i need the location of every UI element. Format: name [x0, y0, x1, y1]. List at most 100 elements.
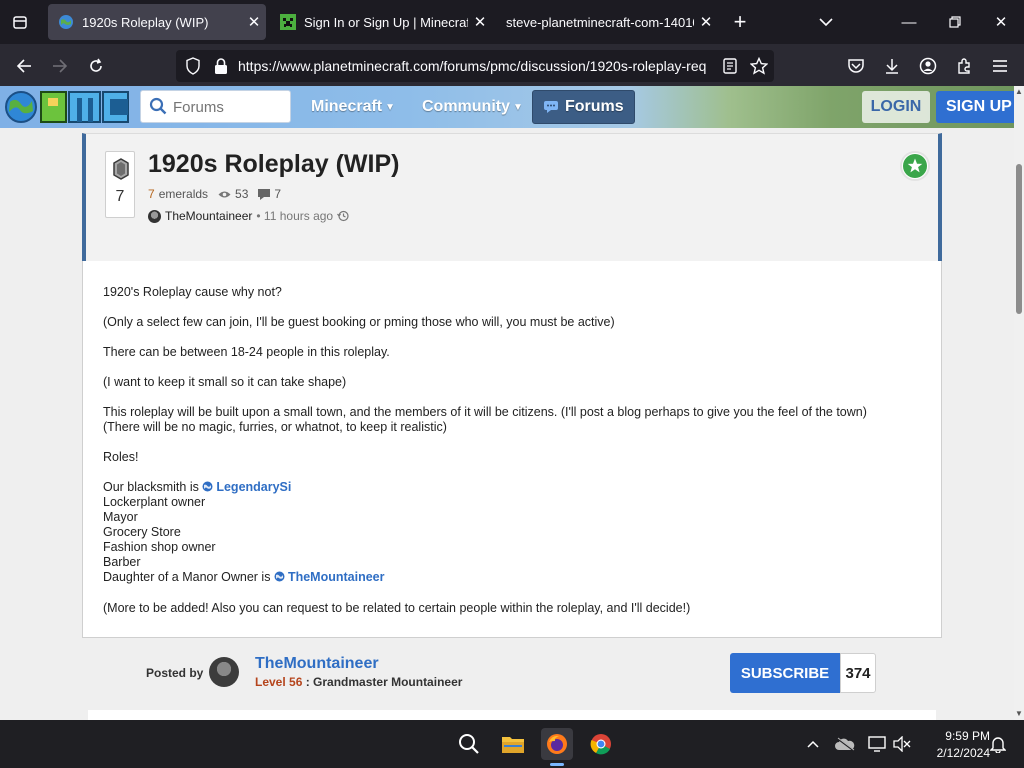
lock-icon[interactable] — [214, 57, 228, 80]
scroll-down-arrow-icon[interactable]: ▼ — [1015, 709, 1023, 718]
minecraft-creeper-icon — [280, 14, 296, 30]
tab-label: Sign In or Sign Up | Minecraft — [304, 14, 468, 30]
chevron-down-icon[interactable] — [814, 10, 838, 34]
role-line: Barber — [103, 555, 141, 569]
search-icon[interactable] — [453, 728, 485, 760]
history-icon — [337, 210, 349, 222]
search-icon[interactable] — [149, 97, 167, 120]
nav-minecraft-label: Minecraft — [311, 98, 383, 115]
account-icon[interactable] — [914, 52, 942, 80]
scroll-up-arrow-icon[interactable]: ▲ — [1015, 87, 1023, 96]
back-arrow-icon[interactable] — [10, 52, 38, 80]
download-icon[interactable] — [878, 52, 906, 80]
subscribe-button[interactable]: SUBSCRIBE — [730, 653, 840, 693]
nav-minecraft[interactable]: Minecraft ▼ — [301, 90, 405, 124]
restore-icon[interactable] — [932, 0, 978, 44]
file-explorer-icon[interactable] — [497, 728, 529, 760]
chevron-up-icon[interactable] — [797, 728, 829, 760]
tab-steve-download[interactable]: steve-planetminecraft-com-140107 ✕ — [496, 4, 718, 40]
site-header: Minecraft ▼ Community ▼ Forums LOGIN SIG… — [0, 86, 1014, 128]
user-mention-name[interactable]: LegendarySi — [216, 480, 291, 494]
close-tab-icon[interactable]: ✕ — [468, 13, 492, 31]
poster-name[interactable]: TheMountaineer — [255, 655, 379, 673]
search-input[interactable] — [173, 97, 283, 117]
reload-icon[interactable] — [82, 52, 110, 80]
browser-tab-strip: 1920s Roleplay (WIP) ✕ Sign In or Sign U… — [0, 0, 1024, 44]
role-line: Grocery Store — [103, 525, 181, 539]
tab-minecraft-signin[interactable]: Sign In or Sign Up | Minecraft ✕ — [270, 4, 492, 40]
role-text: Our blacksmith is — [103, 480, 199, 494]
clock-date[interactable]: 2/12/2024 — [920, 746, 990, 760]
poster-avatar[interactable] — [209, 657, 239, 687]
author-name[interactable]: TheMountaineer — [165, 209, 252, 223]
body-line: This roleplay will be built upon a small… — [103, 405, 867, 419]
caret-down-icon: ▼ — [385, 101, 396, 113]
close-window-icon[interactable]: ✕ — [978, 0, 1024, 44]
poster-level: Level 56 : Grandmaster Mountaineer — [255, 675, 462, 689]
role-text: Daughter of a Manor Owner is — [103, 570, 271, 584]
post-author-line: TheMountaineer • 11 hours ago — [148, 209, 349, 223]
pocket-icon[interactable] — [842, 52, 870, 80]
login-button[interactable]: LOGIN — [862, 91, 930, 123]
user-mention[interactable]: TheMountaineer — [274, 570, 385, 584]
subscriber-count: 374 — [840, 653, 876, 693]
forum-search-box[interactable] — [140, 90, 291, 123]
tab-list-icon[interactable] — [8, 10, 32, 34]
browser-nav-bar: https://www.planetminecraft.com/forums/p… — [0, 44, 1024, 86]
eye-icon — [218, 190, 231, 199]
user-mention-name[interactable]: TheMountaineer — [288, 570, 385, 584]
volume-muted-icon[interactable] — [886, 728, 918, 760]
menu-icon[interactable] — [986, 52, 1014, 80]
comment-icon[interactable] — [258, 188, 271, 200]
comment-count[interactable]: 7 — [274, 187, 281, 201]
firefox-icon[interactable] — [541, 728, 573, 760]
new-tab-icon[interactable]: + — [728, 10, 752, 34]
forward-arrow-icon[interactable] — [46, 52, 74, 80]
signup-button[interactable]: SIGN UP — [936, 91, 1014, 123]
clock-time[interactable]: 9:59 PM — [930, 729, 990, 743]
tab-label: steve-planetminecraft-com-140107 — [506, 14, 694, 30]
shield-icon[interactable] — [185, 57, 201, 80]
bookmark-star-icon[interactable] — [749, 56, 769, 80]
user-mention[interactable]: LegendarySi — [202, 480, 291, 494]
reader-view-icon[interactable] — [723, 58, 737, 79]
active-app-indicator — [550, 763, 564, 766]
close-tab-icon[interactable]: ✕ — [694, 13, 718, 31]
onedrive-offline-icon[interactable] — [829, 728, 861, 760]
body-line: (More to be added! Also you can request … — [103, 601, 691, 615]
featured-star-icon[interactable] — [900, 151, 930, 181]
url-bar[interactable]: https://www.planetminecraft.com/forums/p… — [176, 50, 774, 82]
scrollbar-thumb[interactable] — [1016, 164, 1022, 314]
author-avatar[interactable] — [148, 209, 161, 223]
pmc-logo[interactable] — [4, 89, 130, 125]
post-header-card: 7 1920s Roleplay (WIP) 7 emeralds 53 7 T… — [82, 133, 942, 261]
tab-1920s-roleplay[interactable]: 1920s Roleplay (WIP) ✕ — [48, 4, 266, 40]
nav-forums[interactable]: Forums — [532, 90, 635, 124]
posted-by-row: Posted by TheMountaineer Level 56 : Gran… — [82, 652, 942, 702]
nav-community[interactable]: Community ▼ — [412, 90, 533, 124]
windows-taskbar: 9:59 PM 2/12/2024 — [0, 720, 1024, 768]
role-line: Mayor — [103, 510, 138, 524]
body-line: Roles! — [103, 450, 139, 464]
minimize-icon[interactable]: — — [886, 0, 932, 44]
globe-icon — [274, 571, 285, 582]
nav-community-label: Community — [422, 98, 510, 115]
view-count: 53 — [235, 187, 249, 201]
caret-down-icon: ▼ — [513, 101, 523, 113]
pmc-globe-icon — [58, 14, 74, 30]
url-text[interactable]: https://www.planetminecraft.com/forums/p… — [238, 58, 708, 74]
forums-chat-icon — [543, 100, 559, 114]
nav-forums-label: Forums — [565, 98, 624, 115]
emerald-vote-box[interactable]: 7 — [105, 151, 135, 218]
emerald-vote-icon[interactable] — [112, 158, 130, 185]
extensions-icon[interactable] — [950, 52, 978, 80]
posted-by-label: Posted by — [146, 666, 204, 680]
chrome-icon[interactable] — [585, 728, 617, 760]
role-line: Fashion shop owner — [103, 540, 216, 554]
role-line: Our blacksmith is LegendarySi — [103, 480, 291, 494]
close-tab-icon[interactable]: ✕ — [242, 13, 266, 31]
notification-bell-icon[interactable] — [982, 728, 1014, 760]
tab-label: 1920s Roleplay (WIP) — [82, 14, 209, 30]
page-scrollbar[interactable]: ▲ ▼ — [1014, 86, 1024, 720]
post-time: • 11 hours ago — [256, 209, 334, 223]
